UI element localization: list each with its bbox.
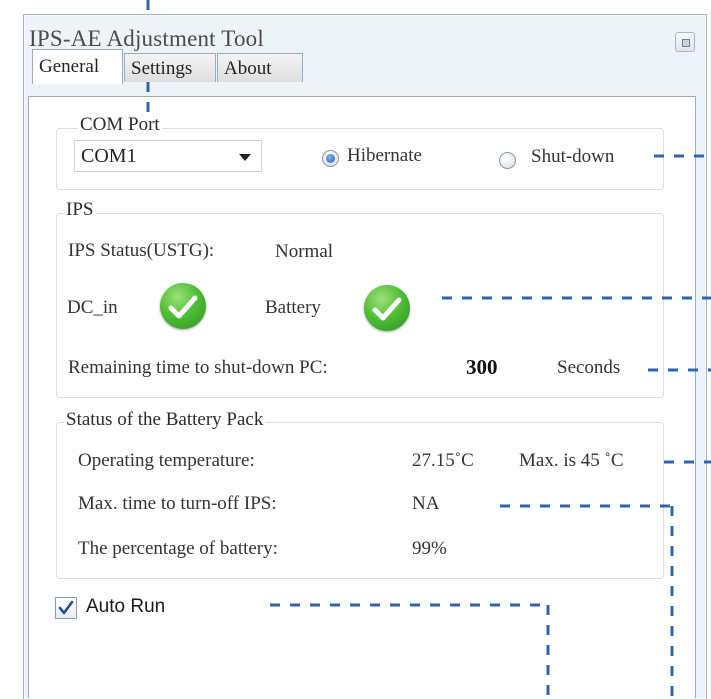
max-temperature-text: Max. is 45 ˚C (519, 450, 624, 471)
remaining-time-label: Remaining time to shut-down PC: (68, 357, 328, 378)
battery-percentage-label: The percentage of battery: (78, 538, 278, 559)
auto-run-checkbox[interactable] (55, 597, 77, 619)
ips-status-value: Normal (275, 241, 334, 262)
hibernate-radio[interactable] (322, 150, 339, 167)
restore-icon (682, 39, 690, 47)
tab-about[interactable]: About (217, 53, 303, 82)
remaining-time-unit: Seconds (557, 357, 621, 378)
ips-status-label: IPS Status(USTG): (68, 240, 215, 261)
dc-in-checkmark-icon (160, 283, 206, 329)
ips-group-label: IPS (64, 199, 96, 221)
max-turnoff-time-label: Max. time to turn-off IPS: (78, 493, 277, 514)
checkbox-check-icon (58, 600, 74, 615)
operating-temperature-label: Operating temperature: (78, 450, 255, 471)
com-port-group-label: COM Port (78, 114, 162, 136)
battery-label: Battery (265, 297, 321, 318)
shutdown-radio[interactable] (499, 152, 516, 169)
battery-percentage-value: 99% (412, 538, 447, 559)
battery-checkmark-icon (364, 285, 410, 331)
restore-button[interactable] (675, 32, 695, 52)
tab-general[interactable]: General (32, 49, 123, 84)
dropdown-arrow-icon (239, 154, 251, 161)
com-port-selected-value: COM1 (81, 145, 137, 167)
battery-pack-group-label: Status of the Battery Pack (64, 409, 266, 431)
com-port-select[interactable]: COM1 (74, 140, 262, 172)
auto-run-label[interactable]: Auto Run (86, 596, 165, 618)
operating-temperature-value: 27.15˚C (412, 450, 474, 471)
radio-selected-dot (326, 154, 335, 163)
shutdown-label[interactable]: Shut-down (531, 146, 614, 168)
dc-in-label: DC_in (67, 297, 118, 318)
tab-settings[interactable]: Settings (124, 53, 216, 82)
max-turnoff-time-value: NA (412, 493, 440, 514)
hibernate-label[interactable]: Hibernate (347, 145, 422, 167)
remaining-time-value: 300 (466, 355, 498, 379)
